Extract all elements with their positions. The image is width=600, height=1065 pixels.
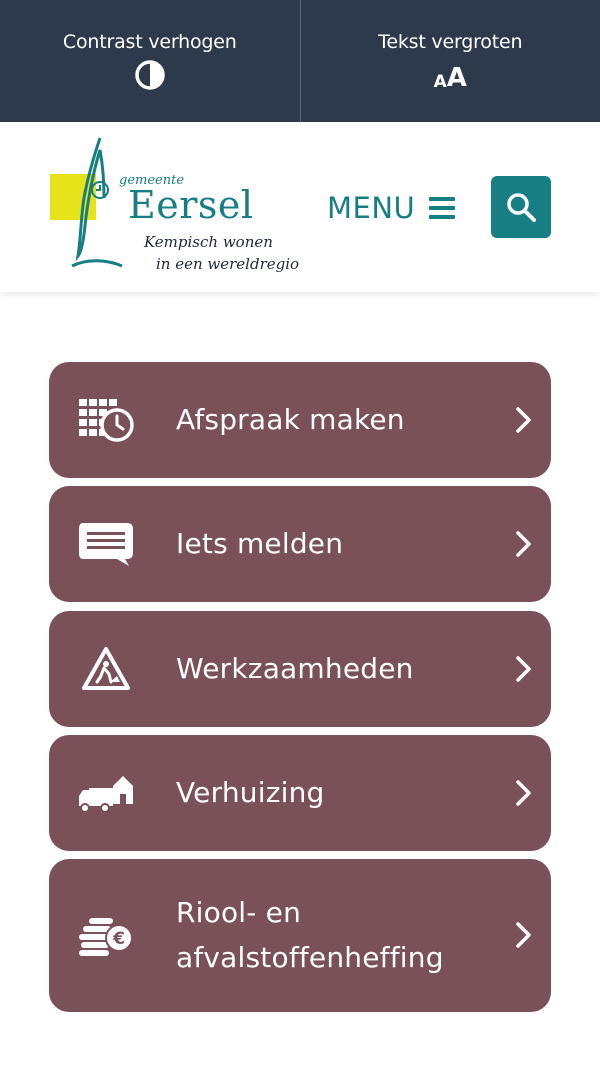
contrast-label: Contrast verhogen <box>62 31 237 53</box>
logo-tagline-line1: Kempisch wonen <box>144 233 273 251</box>
text-size-label: Tekst vergroten <box>378 31 523 53</box>
menu-button[interactable]: MENU <box>327 188 456 228</box>
chevron-right-icon <box>516 531 531 557</box>
tile-afspraak-maken[interactable]: Afspraak maken <box>49 362 551 478</box>
chevron-right-icon <box>516 407 531 433</box>
moving-truck-house-icon <box>77 770 135 816</box>
text-size-button[interactable]: Tekst vergroten AA <box>301 0 600 122</box>
tile-label-line1: Riool- en <box>176 896 302 929</box>
chevron-right-icon <box>516 922 531 948</box>
accessibility-bar: Contrast verhogen Tekst vergroten AA <box>0 0 600 122</box>
logo-eersel-text: Eersel <box>128 183 254 227</box>
tile-riool-afvalstoffenheffing[interactable]: € Riool- en afvalstoffenheffing <box>49 859 551 1012</box>
tile-label: Iets melden <box>176 527 344 560</box>
search-button[interactable] <box>491 176 551 238</box>
site-header: gemeente Eersel Kempisch wonen in een we… <box>0 122 600 292</box>
search-icon <box>507 193 536 222</box>
calendar-clock-icon <box>77 397 135 443</box>
contrast-toggle-button[interactable]: Contrast verhogen <box>0 0 300 122</box>
contrast-icon <box>134 60 166 91</box>
chat-bubble-icon <box>77 521 135 567</box>
hamburger-icon <box>429 197 456 219</box>
tile-label-line2: afvalstoffenheffing <box>176 941 444 974</box>
chevron-right-icon <box>516 656 531 682</box>
chevron-right-icon <box>516 780 531 806</box>
tile-label: Afspraak maken <box>176 403 405 436</box>
tile-iets-melden[interactable]: Iets melden <box>49 486 551 602</box>
gemeente-eersel-logo[interactable]: gemeente Eersel Kempisch wonen in een we… <box>48 136 300 281</box>
roadwork-warning-icon <box>77 646 135 692</box>
tile-label: Werkzaamheden <box>176 652 414 685</box>
tile-werkzaamheden[interactable]: Werkzaamheden <box>49 611 551 727</box>
text-size-icon: AA <box>433 63 467 93</box>
tile-label: Verhuizing <box>176 776 325 809</box>
logo-tagline-line2: in een wereldregio <box>156 255 300 273</box>
menu-label: MENU <box>327 191 416 225</box>
svg-text:€: € <box>112 929 125 949</box>
tile-verhuizing[interactable]: Verhuizing <box>49 735 551 851</box>
coins-euro-icon: € <box>77 912 135 958</box>
